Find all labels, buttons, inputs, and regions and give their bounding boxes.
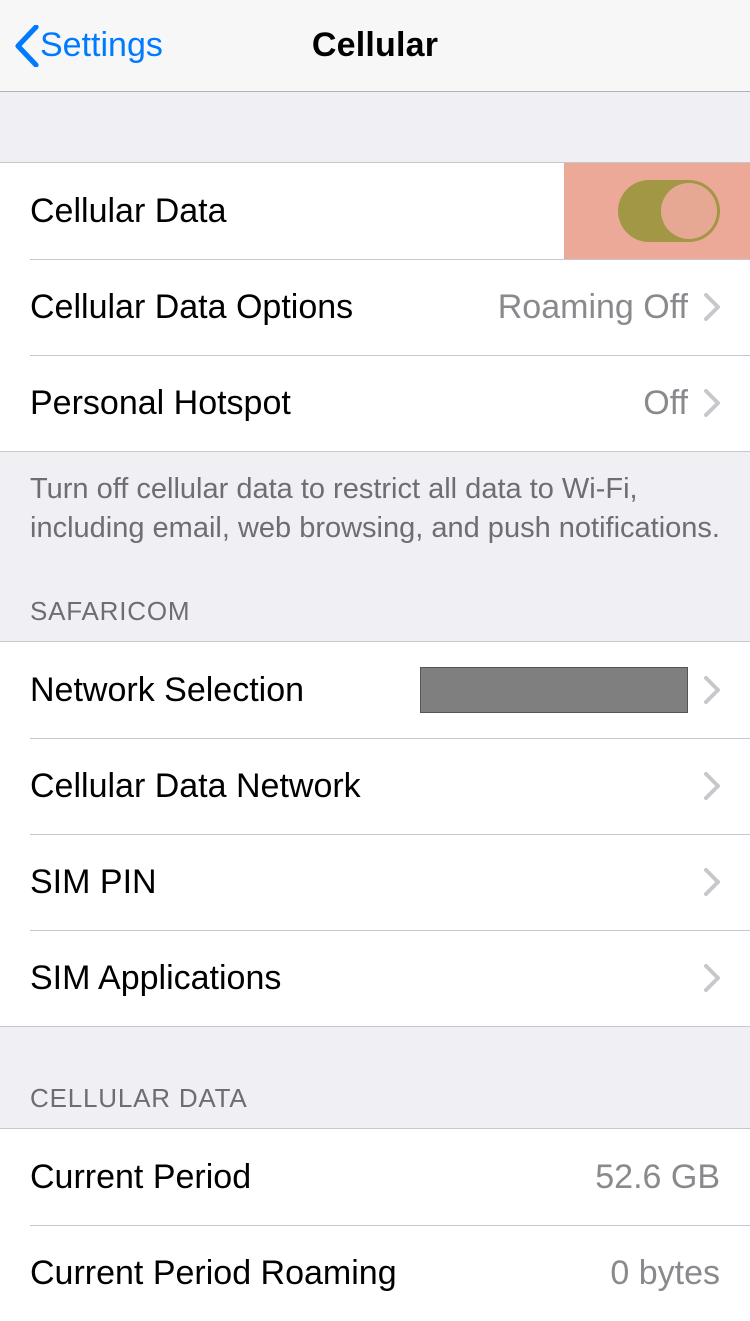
cellular-data-label: Cellular Data [30, 192, 564, 231]
group-cellular: Cellular Data Cellular Data Options Roam… [0, 162, 750, 452]
back-label: Settings [40, 26, 163, 65]
navbar: Settings Cellular [0, 0, 750, 92]
row-cellular-data[interactable]: Cellular Data [0, 163, 750, 259]
current-period-value: 52.6 GB [595, 1158, 720, 1197]
group3-header: CELLULAR DATA [0, 1027, 750, 1128]
back-button[interactable]: Settings [14, 0, 163, 91]
switch-knob [661, 183, 717, 239]
chevron-left-icon [14, 25, 40, 67]
chevron-right-icon [704, 293, 720, 321]
group2-header: SAFARICOM [0, 548, 750, 641]
row-personal-hotspot[interactable]: Personal Hotspot Off [0, 355, 750, 451]
row-current-period: Current Period 52.6 GB [0, 1129, 750, 1225]
current-period-roaming-label: Current Period Roaming [30, 1254, 610, 1293]
cellular-data-options-value: Roaming Off [498, 288, 688, 327]
cellular-data-highlight [564, 163, 750, 259]
sim-pin-label: SIM PIN [30, 863, 698, 902]
chevron-right-icon [704, 389, 720, 417]
row-current-period-roaming: Current Period Roaming 0 bytes [0, 1225, 750, 1321]
personal-hotspot-label: Personal Hotspot [30, 384, 643, 423]
cellular-data-options-label: Cellular Data Options [30, 288, 498, 327]
personal-hotspot-value: Off [643, 384, 688, 423]
row-sim-pin[interactable]: SIM PIN [0, 834, 750, 930]
network-selection-value-redacted [420, 667, 688, 713]
chevron-right-icon [704, 676, 720, 704]
sim-applications-label: SIM Applications [30, 959, 698, 998]
group1-footer: Turn off cellular data to restrict all d… [0, 452, 750, 548]
row-sim-applications[interactable]: SIM Applications [0, 930, 750, 1026]
current-period-roaming-value: 0 bytes [610, 1254, 720, 1293]
cellular-data-network-label: Cellular Data Network [30, 767, 698, 806]
group-carrier: Network Selection Cellular Data Network … [0, 641, 750, 1027]
row-network-selection[interactable]: Network Selection [0, 642, 750, 738]
current-period-label: Current Period [30, 1158, 595, 1197]
chevron-right-icon [704, 772, 720, 800]
group-usage: Current Period 52.6 GB Current Period Ro… [0, 1128, 750, 1321]
page-title: Cellular [312, 26, 438, 65]
row-cellular-data-network[interactable]: Cellular Data Network [0, 738, 750, 834]
row-cellular-data-options[interactable]: Cellular Data Options Roaming Off [0, 259, 750, 355]
cellular-data-switch[interactable] [618, 180, 720, 242]
chevron-right-icon [704, 868, 720, 896]
chevron-right-icon [704, 964, 720, 992]
network-selection-label: Network Selection [30, 671, 420, 710]
